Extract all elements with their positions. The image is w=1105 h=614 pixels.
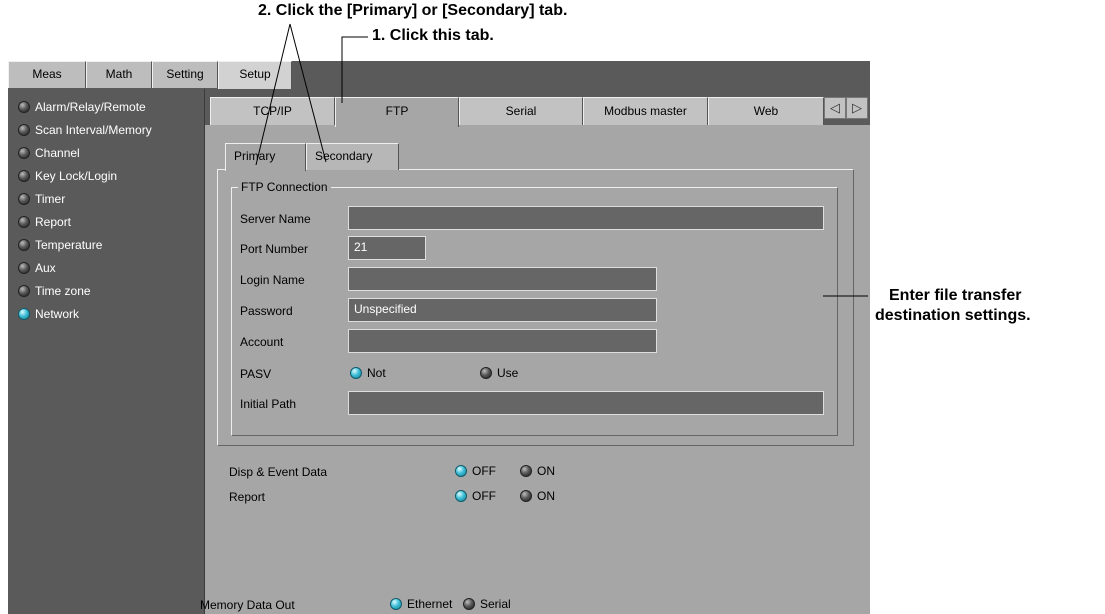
status-dot-icon — [18, 170, 30, 182]
sidebar-item-label: Timer — [35, 192, 66, 206]
status-dot-icon — [18, 124, 30, 136]
disp-event-off-radio[interactable]: OFF — [455, 464, 496, 478]
sidebar-item-network[interactable]: Network — [18, 304, 79, 324]
tab-modbus-master[interactable]: Modbus master — [583, 97, 708, 125]
sidebar-item-label: Time zone — [35, 284, 91, 298]
memory-data-out-label: Memory Data Out — [200, 598, 295, 612]
annotation-step-2: 2. Click the [Primary] or [Secondary] ta… — [258, 2, 568, 19]
sidebar-item-report[interactable]: Report — [18, 212, 71, 232]
memory-out-serial-radio[interactable]: Serial — [463, 597, 511, 611]
memory-out-ethernet-radio[interactable]: Ethernet — [390, 597, 452, 611]
status-dot-icon — [18, 193, 30, 205]
radio-label: Use — [497, 366, 519, 380]
tab-setting[interactable]: Setting — [152, 61, 218, 88]
sidebar-item-label: Scan Interval/Memory — [35, 123, 152, 137]
server-name-field[interactable] — [348, 206, 824, 230]
radio-label: OFF — [472, 464, 496, 478]
radio-label: OFF — [472, 489, 496, 503]
memory-data-out-row — [205, 596, 870, 614]
radio-selected-icon — [455, 465, 467, 477]
radio-label: Ethernet — [407, 597, 453, 611]
password-label: Password — [240, 304, 293, 318]
password-field[interactable]: Unspecified — [348, 298, 657, 322]
report-label: Report — [229, 490, 266, 504]
tab-web[interactable]: Web — [708, 97, 824, 125]
account-label: Account — [240, 335, 284, 349]
sidebar-item-temperature[interactable]: Temperature — [18, 235, 102, 255]
sidebar-item-label: Network — [35, 307, 80, 321]
pasv-not-radio[interactable]: Not — [350, 366, 386, 380]
radio-unselected-icon — [520, 465, 532, 477]
port-number-label: Port Number — [240, 242, 309, 256]
group-title: FTP Connection — [238, 180, 331, 194]
scroll-left-arrow-icon[interactable]: ◁ — [824, 97, 846, 119]
tab-math[interactable]: Math — [86, 61, 152, 88]
status-dot-icon — [18, 147, 30, 159]
status-dot-icon — [18, 308, 30, 320]
sidebar-item-label: Alarm/Relay/Remote — [35, 100, 146, 114]
status-dot-icon — [18, 101, 30, 113]
pasv-use-radio[interactable]: Use — [480, 366, 518, 380]
pasv-label: PASV — [240, 367, 272, 381]
status-dot-icon — [18, 239, 30, 251]
sidebar-item-time-zone[interactable]: Time zone — [18, 281, 91, 301]
radio-unselected-icon — [520, 490, 532, 502]
tab-primary[interactable]: Primary — [225, 143, 306, 171]
radio-selected-icon — [455, 490, 467, 502]
annotation-step-1: 1. Click this tab. — [372, 27, 494, 44]
login-name-label: Login Name — [240, 273, 305, 287]
sidebar: Alarm/Relay/Remote Scan Interval/Memory … — [8, 89, 205, 614]
initial-path-field[interactable] — [348, 391, 824, 415]
scroll-right-arrow-icon[interactable]: ▷ — [846, 97, 868, 119]
radio-label: Serial — [480, 597, 511, 611]
port-number-field[interactable]: 21 — [348, 236, 426, 260]
radio-label: ON — [537, 464, 555, 478]
login-name-field[interactable] — [348, 267, 657, 291]
status-dot-icon — [18, 285, 30, 297]
tab-tcp-ip[interactable]: TCP/IP — [210, 97, 335, 125]
tab-setup[interactable]: Setup — [218, 61, 292, 90]
report-off-radio[interactable]: OFF — [455, 489, 496, 503]
tab-secondary[interactable]: Secondary — [306, 143, 399, 170]
sidebar-item-label: Aux — [35, 261, 56, 275]
sidebar-item-label: Key Lock/Login — [35, 169, 118, 183]
sidebar-item-channel[interactable]: Channel — [18, 143, 80, 163]
sidebar-item-timer[interactable]: Timer — [18, 189, 65, 209]
initial-path-label: Initial Path — [240, 397, 297, 411]
radio-unselected-icon — [463, 598, 475, 610]
sidebar-item-label: Channel — [35, 146, 80, 160]
sidebar-item-label: Temperature — [35, 238, 103, 252]
sidebar-item-key-lock-login[interactable]: Key Lock/Login — [18, 166, 117, 186]
radio-selected-icon — [350, 367, 362, 379]
disp-event-on-radio[interactable]: ON — [520, 464, 555, 478]
server-name-label: Server Name — [240, 212, 311, 226]
tab-serial[interactable]: Serial — [459, 97, 583, 125]
disp-event-data-label: Disp & Event Data — [229, 465, 328, 479]
radio-label: ON — [537, 489, 555, 503]
annotation-note-line-2: destination settings. — [875, 307, 1031, 324]
account-field[interactable] — [348, 329, 657, 353]
radio-selected-icon — [390, 598, 402, 610]
sidebar-item-scan-interval-memory[interactable]: Scan Interval/Memory — [18, 120, 152, 140]
sidebar-item-label: Report — [35, 215, 72, 229]
radio-unselected-icon — [480, 367, 492, 379]
tab-meas[interactable]: Meas — [8, 61, 86, 88]
sidebar-item-alarm-relay-remote[interactable]: Alarm/Relay/Remote — [18, 97, 146, 117]
annotation-note-line-1: Enter file transfer — [889, 287, 1022, 304]
status-dot-icon — [18, 216, 30, 228]
report-on-radio[interactable]: ON — [520, 489, 555, 503]
status-dot-icon — [18, 262, 30, 274]
sidebar-item-aux[interactable]: Aux — [18, 258, 56, 278]
radio-label: Not — [367, 366, 386, 380]
tab-ftp[interactable]: FTP — [335, 97, 459, 127]
